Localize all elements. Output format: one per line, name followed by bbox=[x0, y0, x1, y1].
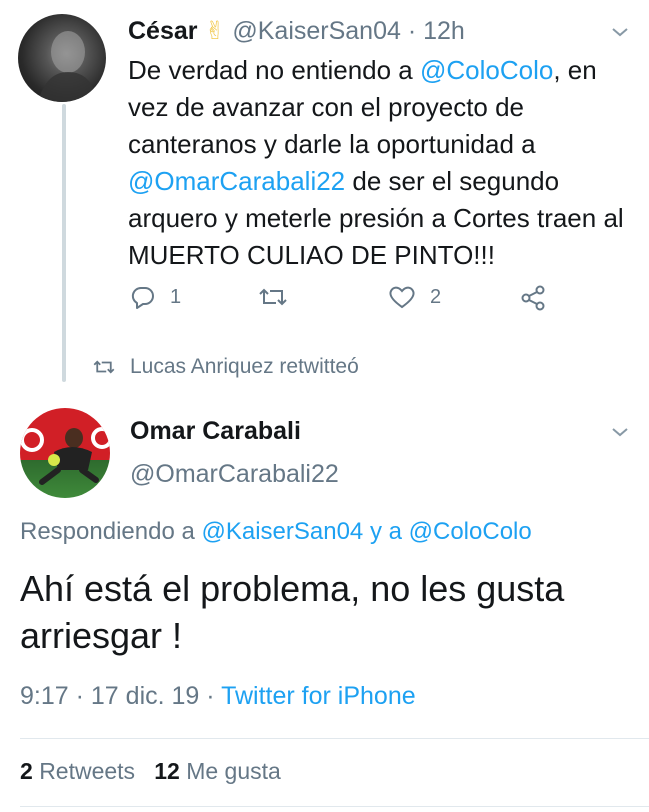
retweets-count: 2 bbox=[20, 758, 33, 784]
tweet-time[interactable]: 12h bbox=[423, 17, 465, 45]
divider bbox=[20, 806, 649, 807]
text-segment: De verdad no entiendo a bbox=[128, 55, 420, 85]
avatar-omar[interactable] bbox=[20, 408, 110, 498]
share-button[interactable] bbox=[520, 285, 548, 311]
avatar-cesar[interactable] bbox=[18, 14, 106, 102]
reply-button[interactable]: 1 bbox=[130, 285, 181, 309]
main-tweet-text: Ahí está el problema, no les gusta arrie… bbox=[20, 568, 565, 656]
likes-count: 12 bbox=[154, 758, 180, 784]
chevron-down-icon[interactable] bbox=[611, 425, 629, 443]
victory-hand-emoji: ✌ bbox=[204, 17, 226, 45]
chevron-down-icon[interactable] bbox=[611, 25, 629, 43]
heart-icon bbox=[389, 286, 415, 309]
tweet-actions: 1 2 bbox=[128, 285, 588, 325]
thread-line bbox=[62, 104, 66, 382]
retweets-label: Retweets bbox=[39, 758, 136, 784]
mention-link[interactable]: @OmarCarabali22 bbox=[128, 166, 345, 196]
tweet-header: César ✌ @KaiserSan04 · 12h bbox=[128, 14, 465, 48]
reply-mention-link[interactable]: @ColoColo bbox=[409, 518, 532, 545]
retweet-small-icon bbox=[93, 360, 115, 374]
mention-link[interactable]: @ColoColo bbox=[420, 55, 553, 85]
retweet-button[interactable] bbox=[258, 285, 302, 309]
author-name[interactable]: Omar Carabali bbox=[130, 417, 301, 446]
divider bbox=[20, 738, 649, 739]
separator-dot: · bbox=[206, 682, 215, 710]
avatar-image bbox=[38, 31, 98, 102]
likes-stat[interactable]: 12 Me gusta bbox=[154, 758, 281, 784]
reply-mention-link[interactable]: @KaiserSan04 bbox=[201, 518, 363, 545]
retweet-notice: Lucas Anriquez retwitteó bbox=[92, 355, 359, 379]
retweets-stat[interactable]: 2 Retweets bbox=[20, 758, 135, 784]
reply-count: 1 bbox=[170, 285, 182, 308]
reply-joiner: y a bbox=[363, 518, 409, 545]
reply-icon bbox=[131, 286, 154, 309]
avatar-image bbox=[20, 427, 110, 485]
tweet-text: De verdad no entiendo a @ColoColo, en ve… bbox=[128, 52, 628, 274]
tweet-time: 9:17 bbox=[20, 682, 69, 710]
tweet-stats: 2 Retweets 12 Me gusta bbox=[20, 758, 281, 785]
like-count: 2 bbox=[430, 285, 442, 308]
tweet-meta: 9:17 · 17 dic. 19 · Twitter for iPhone bbox=[20, 682, 416, 711]
separator-dot: · bbox=[407, 17, 417, 45]
retweet-icon bbox=[259, 288, 287, 306]
author-handle[interactable]: @KaiserSan04 bbox=[232, 17, 401, 45]
tweet-source-link[interactable]: Twitter for iPhone bbox=[221, 682, 416, 710]
likes-label: Me gusta bbox=[186, 758, 281, 784]
like-button[interactable]: 2 bbox=[388, 285, 441, 309]
reply-prefix: Respondiendo a bbox=[20, 518, 202, 545]
share-icon bbox=[521, 285, 545, 311]
author-name[interactable]: César bbox=[128, 17, 198, 45]
author-handle[interactable]: @OmarCarabali22 bbox=[130, 460, 339, 489]
separator-dot: · bbox=[75, 682, 84, 710]
tweet-date: 17 dic. 19 bbox=[90, 682, 200, 710]
retweet-notice-text[interactable]: Lucas Anriquez retwitteó bbox=[130, 355, 359, 379]
reply-context: Respondiendo a @KaiserSan04 y a @ColoCol… bbox=[20, 518, 532, 546]
